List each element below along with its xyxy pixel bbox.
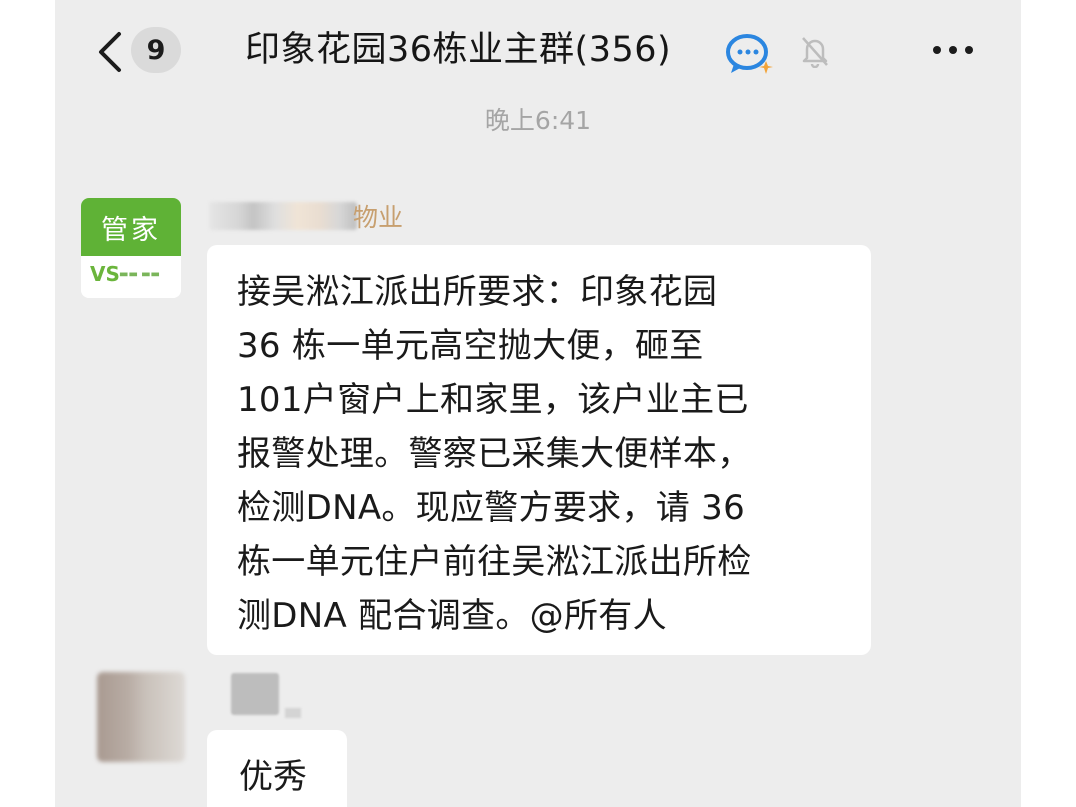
housekeeper-avatar[interactable]: 管家 VS ▬▬ ▬▬ [81,198,181,298]
chat-header: 9 印象花园36栋业主群(356) [55,0,1021,100]
message-text: 优秀 [239,757,307,797]
unread-count-badge[interactable]: 9 [131,27,181,73]
chat-title: 印象花园36栋业主群(356) [245,30,672,70]
chevron-left-icon[interactable] [95,30,125,74]
message-text: 接吴淞江派出所要求：印象花园 36 栋一单元高空抛大便，砸至 101户窗户上和家… [237,272,752,636]
more-dots-icon[interactable] [929,35,977,65]
sender-name-redacted [231,673,279,715]
message-timestamp: 晚上6:41 [484,106,592,135]
message-bubble[interactable]: 优秀 [207,730,347,807]
avatar-label: 管家 [81,198,181,256]
logo-mark: VS [90,262,120,286]
company-logo: VS ▬▬ ▬▬ [81,256,181,298]
logo-wordmark: ▬▬ ▬▬ [119,269,160,280]
sender-name-redacted [209,202,357,230]
message-bubble[interactable]: 接吴淞江派出所要求：印象花园 36 栋一单元高空抛大便，砸至 101户窗户上和家… [207,245,871,655]
sender-name-redacted [285,708,301,718]
chat-screen: 9 印象花园36栋业主群(356) 晚上6:41 管家 VS ▬▬ ▬▬ 物业 … [55,0,1021,807]
user-avatar[interactable] [97,672,185,762]
bell-muted-icon [802,37,828,68]
group-chat-icon[interactable] [723,30,777,76]
sender-name: 物业 [353,203,404,232]
